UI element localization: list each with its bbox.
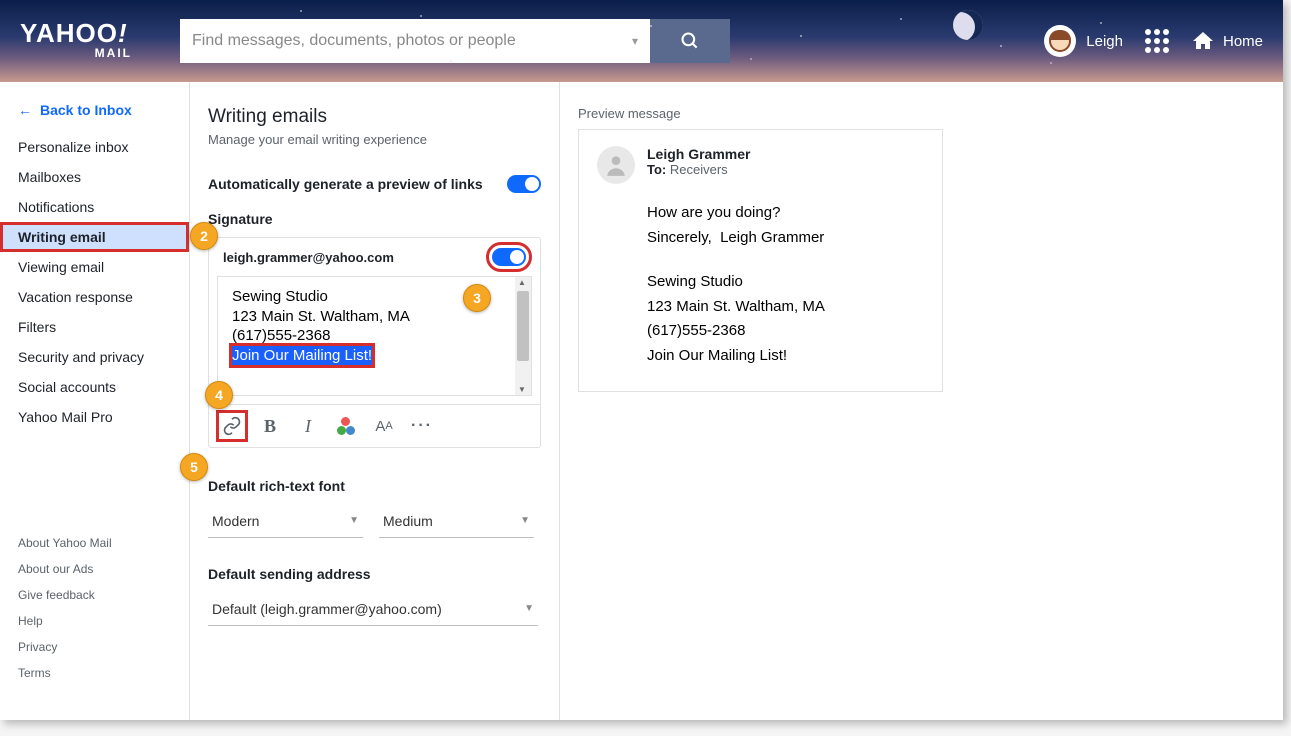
signature-selected-text: Join Our Mailing List!: [232, 346, 372, 366]
sidebar-item-filters[interactable]: Filters: [0, 312, 189, 342]
preview-message-card: Leigh Grammer To: Receivers How are you …: [578, 129, 943, 392]
footer-terms[interactable]: Terms: [18, 660, 171, 686]
callout-4: 4: [205, 381, 233, 409]
sidebar-item-notifications[interactable]: Notifications: [0, 192, 189, 222]
auto-preview-toggle[interactable]: [507, 175, 541, 193]
settings-panel: Writing emails Manage your email writing…: [190, 82, 560, 720]
sidebar-item-personalize[interactable]: Personalize inbox: [0, 132, 189, 162]
editor-scrollbar[interactable]: ▲ ▼: [515, 277, 531, 395]
search-box[interactable]: ▾: [180, 19, 650, 63]
sidebar-item-mailboxes[interactable]: Mailboxes: [0, 162, 189, 192]
callout-2: 2: [190, 222, 218, 250]
signature-toggle[interactable]: [492, 248, 526, 266]
search-button[interactable]: [650, 19, 730, 63]
preview-from: Leigh Grammer: [647, 146, 750, 162]
apps-grid-icon[interactable]: [1145, 29, 1169, 53]
chevron-down-icon: ▼: [520, 515, 530, 526]
footer-about-mail[interactable]: About Yahoo Mail: [18, 530, 171, 556]
search-dropdown-icon[interactable]: ▾: [632, 34, 638, 48]
sidebar-item-vacation[interactable]: Vacation response: [0, 282, 189, 312]
color-palette-icon: [337, 417, 355, 435]
sidebar-item-viewing-email[interactable]: Viewing email: [0, 252, 189, 282]
footer-help[interactable]: Help: [18, 608, 171, 634]
footer-about-ads[interactable]: About our Ads: [18, 556, 171, 582]
sidebar-item-social[interactable]: Social accounts: [0, 372, 189, 402]
default-sender-label: Default sending address: [208, 566, 541, 582]
user-menu[interactable]: Leigh: [1044, 25, 1123, 57]
footer-feedback[interactable]: Give feedback: [18, 582, 171, 608]
preview-panel: Preview message Leigh Grammer To: Receiv…: [560, 82, 1283, 720]
callout-3: 3: [463, 284, 491, 312]
page-subtitle: Manage your email writing experience: [208, 132, 541, 147]
chevron-down-icon: ▼: [524, 603, 534, 614]
default-font-label: Default rich-text font: [208, 478, 541, 494]
preview-body: How are you doing? Sincerely, Leigh Gram…: [597, 202, 924, 367]
search-icon: [680, 31, 700, 51]
signature-line: (617)555-2368: [232, 326, 501, 346]
bold-button[interactable]: B: [259, 415, 281, 437]
back-to-inbox-link[interactable]: ← Back to Inbox: [0, 96, 189, 132]
signature-line: 123 Main St. Waltham, MA: [232, 307, 501, 327]
font-style-button[interactable]: AA: [373, 415, 395, 437]
search-input[interactable]: [192, 32, 624, 50]
home-icon: [1191, 29, 1215, 53]
settings-sidebar: ← Back to Inbox Personalize inbox Mailbo…: [0, 82, 190, 720]
link-icon: [222, 416, 242, 436]
italic-button[interactable]: I: [297, 415, 319, 437]
signature-account-email: leigh.grammer@yahoo.com: [223, 250, 394, 265]
signature-toolbar: B I AA ···: [209, 404, 540, 447]
preview-avatar-icon: [597, 146, 635, 184]
search-bar: ▾: [180, 19, 730, 63]
signature-line: Sewing Studio: [232, 287, 501, 307]
home-link[interactable]: Home: [1191, 29, 1263, 53]
user-avatar-icon: [1044, 25, 1076, 57]
app-header: YAHOO! MAIL ▾ Leigh Home: [0, 0, 1283, 82]
sidebar-item-writing-email[interactable]: Writing email: [0, 222, 189, 252]
font-family-select[interactable]: Modern ▼: [208, 504, 363, 538]
insert-link-button[interactable]: [221, 415, 243, 437]
callout-5: 5: [180, 453, 208, 481]
footer-privacy[interactable]: Privacy: [18, 634, 171, 660]
page-title: Writing emails: [208, 106, 541, 128]
sidebar-item-security[interactable]: Security and privacy: [0, 342, 189, 372]
moon-decoration: [953, 10, 983, 40]
yahoo-mail-logo[interactable]: YAHOO! MAIL: [20, 22, 140, 59]
signature-section-label: Signature: [208, 211, 541, 227]
signature-card: leigh.grammer@yahoo.com Sewing Studio 12…: [208, 237, 541, 448]
auto-preview-label: Automatically generate a preview of link…: [208, 176, 483, 192]
preview-to: To: Receivers: [647, 162, 750, 177]
font-size-select[interactable]: Medium ▼: [379, 504, 534, 538]
user-name: Leigh: [1086, 33, 1123, 50]
arrow-left-icon: ←: [18, 102, 32, 118]
text-color-button[interactable]: [335, 415, 357, 437]
chevron-down-icon: ▼: [349, 515, 359, 526]
default-sender-select[interactable]: Default (leigh.grammer@yahoo.com) ▼: [208, 592, 538, 626]
sidebar-footer: About Yahoo Mail About our Ads Give feed…: [0, 530, 189, 706]
more-formatting-button[interactable]: ···: [411, 415, 433, 437]
preview-label: Preview message: [578, 106, 1265, 121]
header-right: Leigh Home: [1044, 25, 1263, 57]
sidebar-item-pro[interactable]: Yahoo Mail Pro: [0, 402, 189, 432]
